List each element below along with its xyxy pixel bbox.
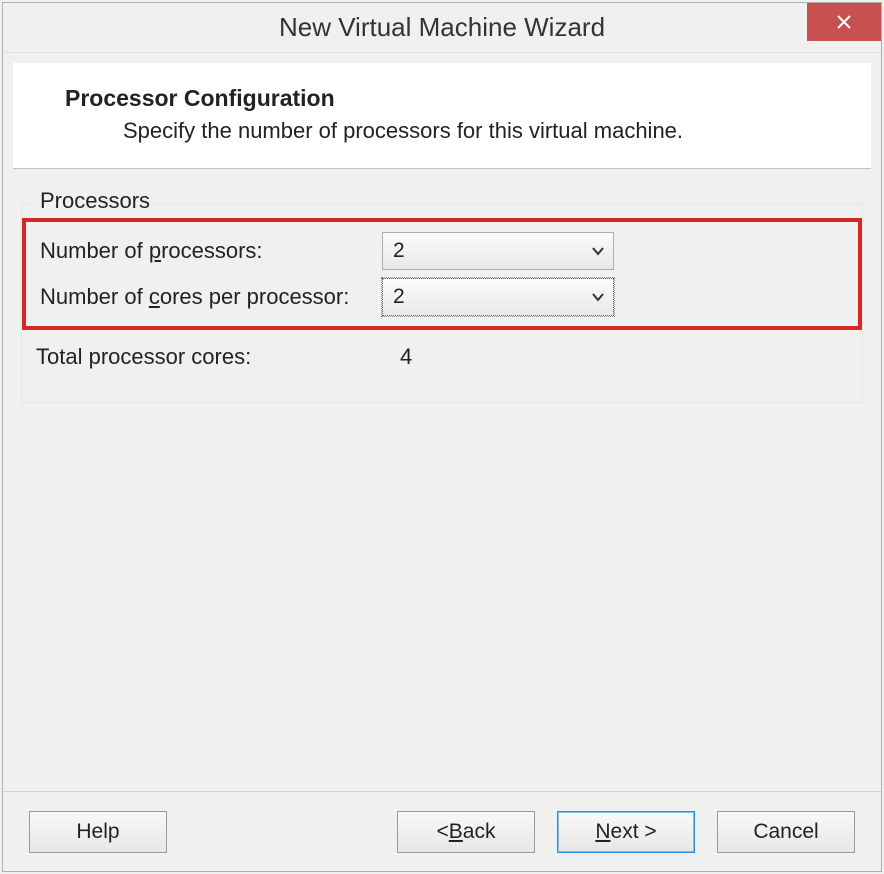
- cores-value: 2: [383, 285, 583, 309]
- button-label: Help: [76, 820, 119, 844]
- label-post: ack: [463, 820, 496, 844]
- label-pre: <: [437, 820, 449, 844]
- help-button[interactable]: Help: [29, 811, 167, 853]
- chevron-down-icon: [583, 292, 613, 302]
- close-icon: [836, 14, 852, 30]
- group-legend: Processors: [36, 188, 154, 214]
- titlebar: New Virtual Machine Wizard: [3, 3, 881, 53]
- total-row: Total processor cores: 4: [22, 330, 862, 384]
- cancel-button[interactable]: Cancel: [717, 811, 855, 853]
- highlight-annotation: Number of processors: 2 Number of cores …: [22, 218, 862, 330]
- wizard-content: Processors Number of processors: 2: [3, 169, 881, 791]
- label-mnemonic: B: [449, 820, 463, 844]
- label-post: rocessors:: [161, 238, 262, 263]
- label-mnemonic: c: [149, 284, 160, 309]
- label-mnemonic: N: [595, 820, 610, 844]
- total-value: 4: [388, 344, 412, 370]
- wizard-window: New Virtual Machine Wizard Processor Con…: [2, 2, 882, 872]
- wizard-header: Processor Configuration Specify the numb…: [13, 63, 871, 169]
- cores-label: Number of cores per processor:: [30, 284, 382, 310]
- processors-label: Number of processors:: [30, 238, 382, 264]
- button-label: Cancel: [753, 820, 818, 844]
- processors-combo[interactable]: 2: [382, 232, 614, 270]
- page-subtitle: Specify the number of processors for thi…: [29, 118, 855, 144]
- next-button[interactable]: Next >: [557, 811, 695, 853]
- label-pre: Number of: [40, 284, 149, 309]
- cores-row: Number of cores per processor: 2: [30, 274, 850, 320]
- label-pre: Number of: [40, 238, 149, 263]
- processors-row: Number of processors: 2: [30, 228, 850, 274]
- label-mnemonic: p: [149, 238, 161, 263]
- wizard-button-bar: Help < Back Next > Cancel: [3, 791, 881, 871]
- label-post: ext >: [611, 820, 657, 844]
- processors-group: Processors Number of processors: 2: [21, 203, 863, 403]
- page-title: Processor Configuration: [29, 85, 855, 112]
- processors-value: 2: [383, 239, 583, 263]
- chevron-down-icon: [583, 246, 613, 256]
- window-title: New Virtual Machine Wizard: [279, 12, 605, 43]
- label-post: ores per processor:: [160, 284, 350, 309]
- back-button[interactable]: < Back: [397, 811, 535, 853]
- total-label: Total processor cores:: [36, 344, 388, 370]
- close-button[interactable]: [807, 3, 881, 41]
- cores-combo[interactable]: 2: [382, 278, 614, 316]
